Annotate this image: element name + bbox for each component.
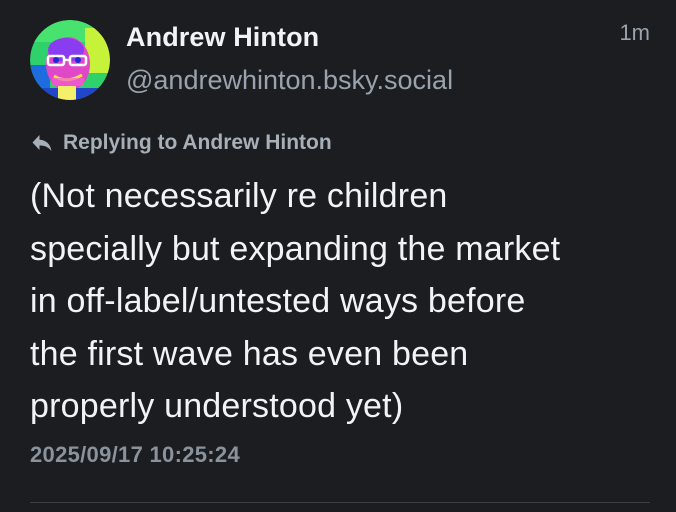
author-display-name[interactable]: Andrew Hinton [126,22,319,53]
replying-to-link[interactable]: Replying to Andrew Hinton [63,131,332,155]
post-card[interactable]: Andrew Hinton @andrewhinton.bsky.social … [0,0,676,512]
reply-arrow-icon [31,134,53,152]
author-handle[interactable]: @andrewhinton.bsky.social [126,65,453,96]
avatar-image [30,20,110,100]
post-datetime: 2025/09/17 10:25:24 [30,442,240,467]
relative-timestamp[interactable]: 1m [619,20,650,46]
reply-context: Replying to Andrew Hinton [31,129,332,157]
post-text: (Not necessarily re children specially b… [30,177,561,425]
divider [30,502,650,503]
author-avatar[interactable] [30,20,110,100]
